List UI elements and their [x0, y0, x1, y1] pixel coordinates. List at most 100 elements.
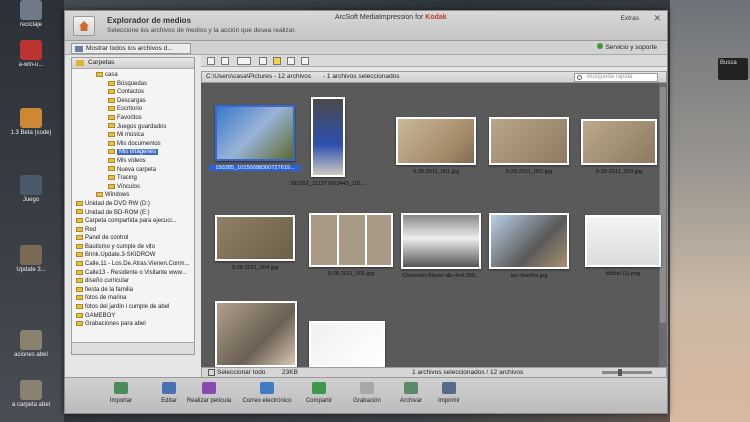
desktop-icon[interactable]: a-win-u... [6, 40, 56, 69]
media-thumbnail[interactable]: 9-28-2011_001.jpg [390, 117, 482, 175]
desktop-icon[interactable]: a carpeta abel [6, 380, 56, 409]
desktop-widget-label: Busca [720, 60, 737, 66]
extras-menu[interactable]: Extras [621, 15, 639, 22]
show-all-dropdown[interactable]: Mostrar todos los archivos d... [71, 43, 191, 54]
delete-icon[interactable] [301, 57, 309, 65]
folder-tree-item[interactable]: fiesta de la familia [72, 286, 194, 295]
slider-knob[interactable] [618, 369, 622, 376]
folder-icon [76, 209, 83, 215]
folder-tree-item[interactable]: Vínculos [72, 183, 194, 192]
action-correo-electrónico-button[interactable]: Correo electrónico [237, 382, 297, 404]
copy-icon[interactable] [221, 57, 229, 65]
folder-icon [76, 260, 83, 266]
folder-tree-item[interactable]: Mis documentos [72, 140, 194, 149]
folder-tree-item[interactable]: Unidad de BD-ROM (E:) [72, 209, 194, 218]
folder-tree-item[interactable]: fotos de marina [72, 294, 194, 303]
folder-tree-item[interactable]: Descargas [72, 97, 194, 106]
folder-tree-item[interactable]: Contactos [72, 88, 194, 97]
folder-tree-label: fotos del jardin i cumple de abel [85, 304, 170, 311]
service-support-link[interactable]: Servicio y soporte [597, 43, 657, 51]
action-imprimir-button[interactable]: Imprimir [419, 382, 479, 404]
folder-tree-item[interactable]: diseño curricular [72, 277, 194, 286]
rotate-right-icon[interactable] [287, 57, 295, 65]
folder-tree-item[interactable]: Grabaciones para abel [72, 320, 194, 329]
media-thumbnail[interactable]: Idbbel (1).png [577, 215, 667, 277]
thumbnail-filename: las chuchis.jpg [510, 273, 548, 279]
folder-tree-item[interactable]: Brink.Update.3-SKIDROW [72, 251, 194, 260]
action-realizar-película-button[interactable]: Realizar película [179, 382, 239, 404]
current-path: C:\Users\casa\Pictures [206, 73, 273, 80]
folder-tree-item[interactable]: Nueva carpeta [72, 166, 194, 175]
folder-tree-item[interactable]: Red [72, 226, 194, 235]
desktop-icon[interactable]: Juego [6, 175, 56, 204]
new-folder-icon[interactable] [207, 57, 215, 65]
folder-tree-label: casa [105, 72, 118, 78]
app-icon [20, 40, 42, 60]
folder-icon [76, 269, 83, 275]
media-thumbnail[interactable] [301, 321, 393, 367]
folder-tree-item[interactable]: fotos del jardin i cumple de abel [72, 303, 194, 312]
app-name-text: ArcSoft MediaImpression for [335, 14, 424, 21]
media-thumbnail[interactable]: 9-28-2011_003.jpg [573, 119, 665, 175]
thumbnail-image [309, 213, 393, 267]
folder-tree-item[interactable]: Favoritos [72, 114, 194, 123]
action-label: Compartir [305, 398, 333, 404]
folder-tree-item[interactable]: Escritorio [72, 105, 194, 114]
quick-search-input[interactable]: Búsqueda rápida [574, 73, 658, 82]
folder-icon [20, 330, 42, 350]
folder-tree-item[interactable]: Mis vídeos [72, 157, 194, 166]
title-bar: Explorador de medios Seleccione los arch… [65, 11, 667, 41]
folder-tree: casa Búsquedas Contactos Descargas Escritori… [72, 69, 194, 329]
folder-icon [76, 218, 83, 224]
media-thumbnail[interactable]: las chuchis.jpg [483, 213, 575, 279]
desktop-icon[interactable]: aciones abel [6, 330, 56, 359]
media-thumbnail[interactable]: 9-28-2011_002.jpg [483, 117, 575, 175]
close-button[interactable]: ✕ [653, 13, 661, 24]
desktop-icon[interactable]: reciclaje [6, 0, 56, 29]
folder-icon [76, 226, 83, 232]
folder-tree-label: Windows [105, 192, 130, 199]
folder-tree-item[interactable]: Carpeta compartida para ejecuci... [72, 217, 194, 226]
folder-tree-label: Escritorio [117, 106, 143, 113]
view-toolbar [201, 55, 667, 67]
home-button[interactable] [73, 16, 95, 36]
folder-tree-item[interactable]: Búsquedas [72, 80, 194, 89]
thumbnail-size-slider[interactable] [602, 369, 652, 376]
folder-tree-label: Bautismo y cumple de vito [85, 243, 156, 250]
rotate-left-icon[interactable] [259, 57, 267, 65]
media-thumbnail[interactable] [210, 301, 302, 367]
action-icon [114, 382, 128, 394]
thumbnail-image [309, 321, 385, 367]
folder-tree-label: fiesta de la familia [85, 286, 134, 293]
folder-tree-item[interactable]: Calle13 - Residente o Visitante www... [72, 269, 194, 278]
action-label: Imprimir [438, 398, 460, 404]
desktop-icon[interactable]: 1.3 Beta (code) [6, 108, 56, 137]
thumbnail-image [396, 117, 476, 165]
media-thumbnail[interactable]: 292262_211377663443_101... [282, 97, 374, 187]
desktop-widget[interactable]: Busca [718, 58, 748, 80]
folder-icon [108, 80, 115, 86]
folder-tree-item[interactable]: GAMEBOY [72, 312, 194, 321]
folder-tree-item[interactable]: casa [72, 71, 194, 80]
folder-tree-label: Unidad de DVD RW (D:) [85, 200, 150, 207]
folder-tree-item[interactable]: Unidad de DVD RW (D:) [72, 200, 194, 209]
folder-tree-item[interactable]: Bautismo y cumple de vito [72, 243, 194, 252]
folder-tree-item[interactable]: Calle.11 - Los.De.Atras.Vienen.Conm... [72, 260, 194, 269]
top-strip: Mostrar todos los archivos d... Servicio… [65, 41, 667, 55]
media-thumbnail[interactable]: 9-28-2011_005.jpg [304, 213, 398, 277]
folder-tree-item[interactable]: Windows [72, 191, 194, 200]
folder-icon [108, 157, 115, 163]
desktop-icon[interactable]: Update 3... [6, 245, 56, 274]
folder-icon [108, 166, 115, 172]
star-icon[interactable] [273, 57, 281, 65]
folder-tree-item[interactable]: Mi música [72, 131, 194, 140]
folder-tree-item[interactable]: Juegos guardados [72, 123, 194, 132]
view-mode-icon[interactable] [237, 57, 251, 65]
media-thumbnail[interactable]: 9-28-2011_004.jpg [209, 215, 301, 271]
select-all-checkbox[interactable]: Seleccionar todo [208, 368, 265, 377]
media-thumbnail[interactable]: Chevrolet-Blazer-dlx-4x4-200... [395, 213, 487, 279]
folder-tree-item[interactable]: Panel de control [72, 234, 194, 243]
folder-tree-item[interactable]: Mis imágenes [72, 148, 194, 157]
folder-tree-item[interactable]: Tracing [72, 174, 194, 183]
thumbnail-image [215, 301, 297, 367]
